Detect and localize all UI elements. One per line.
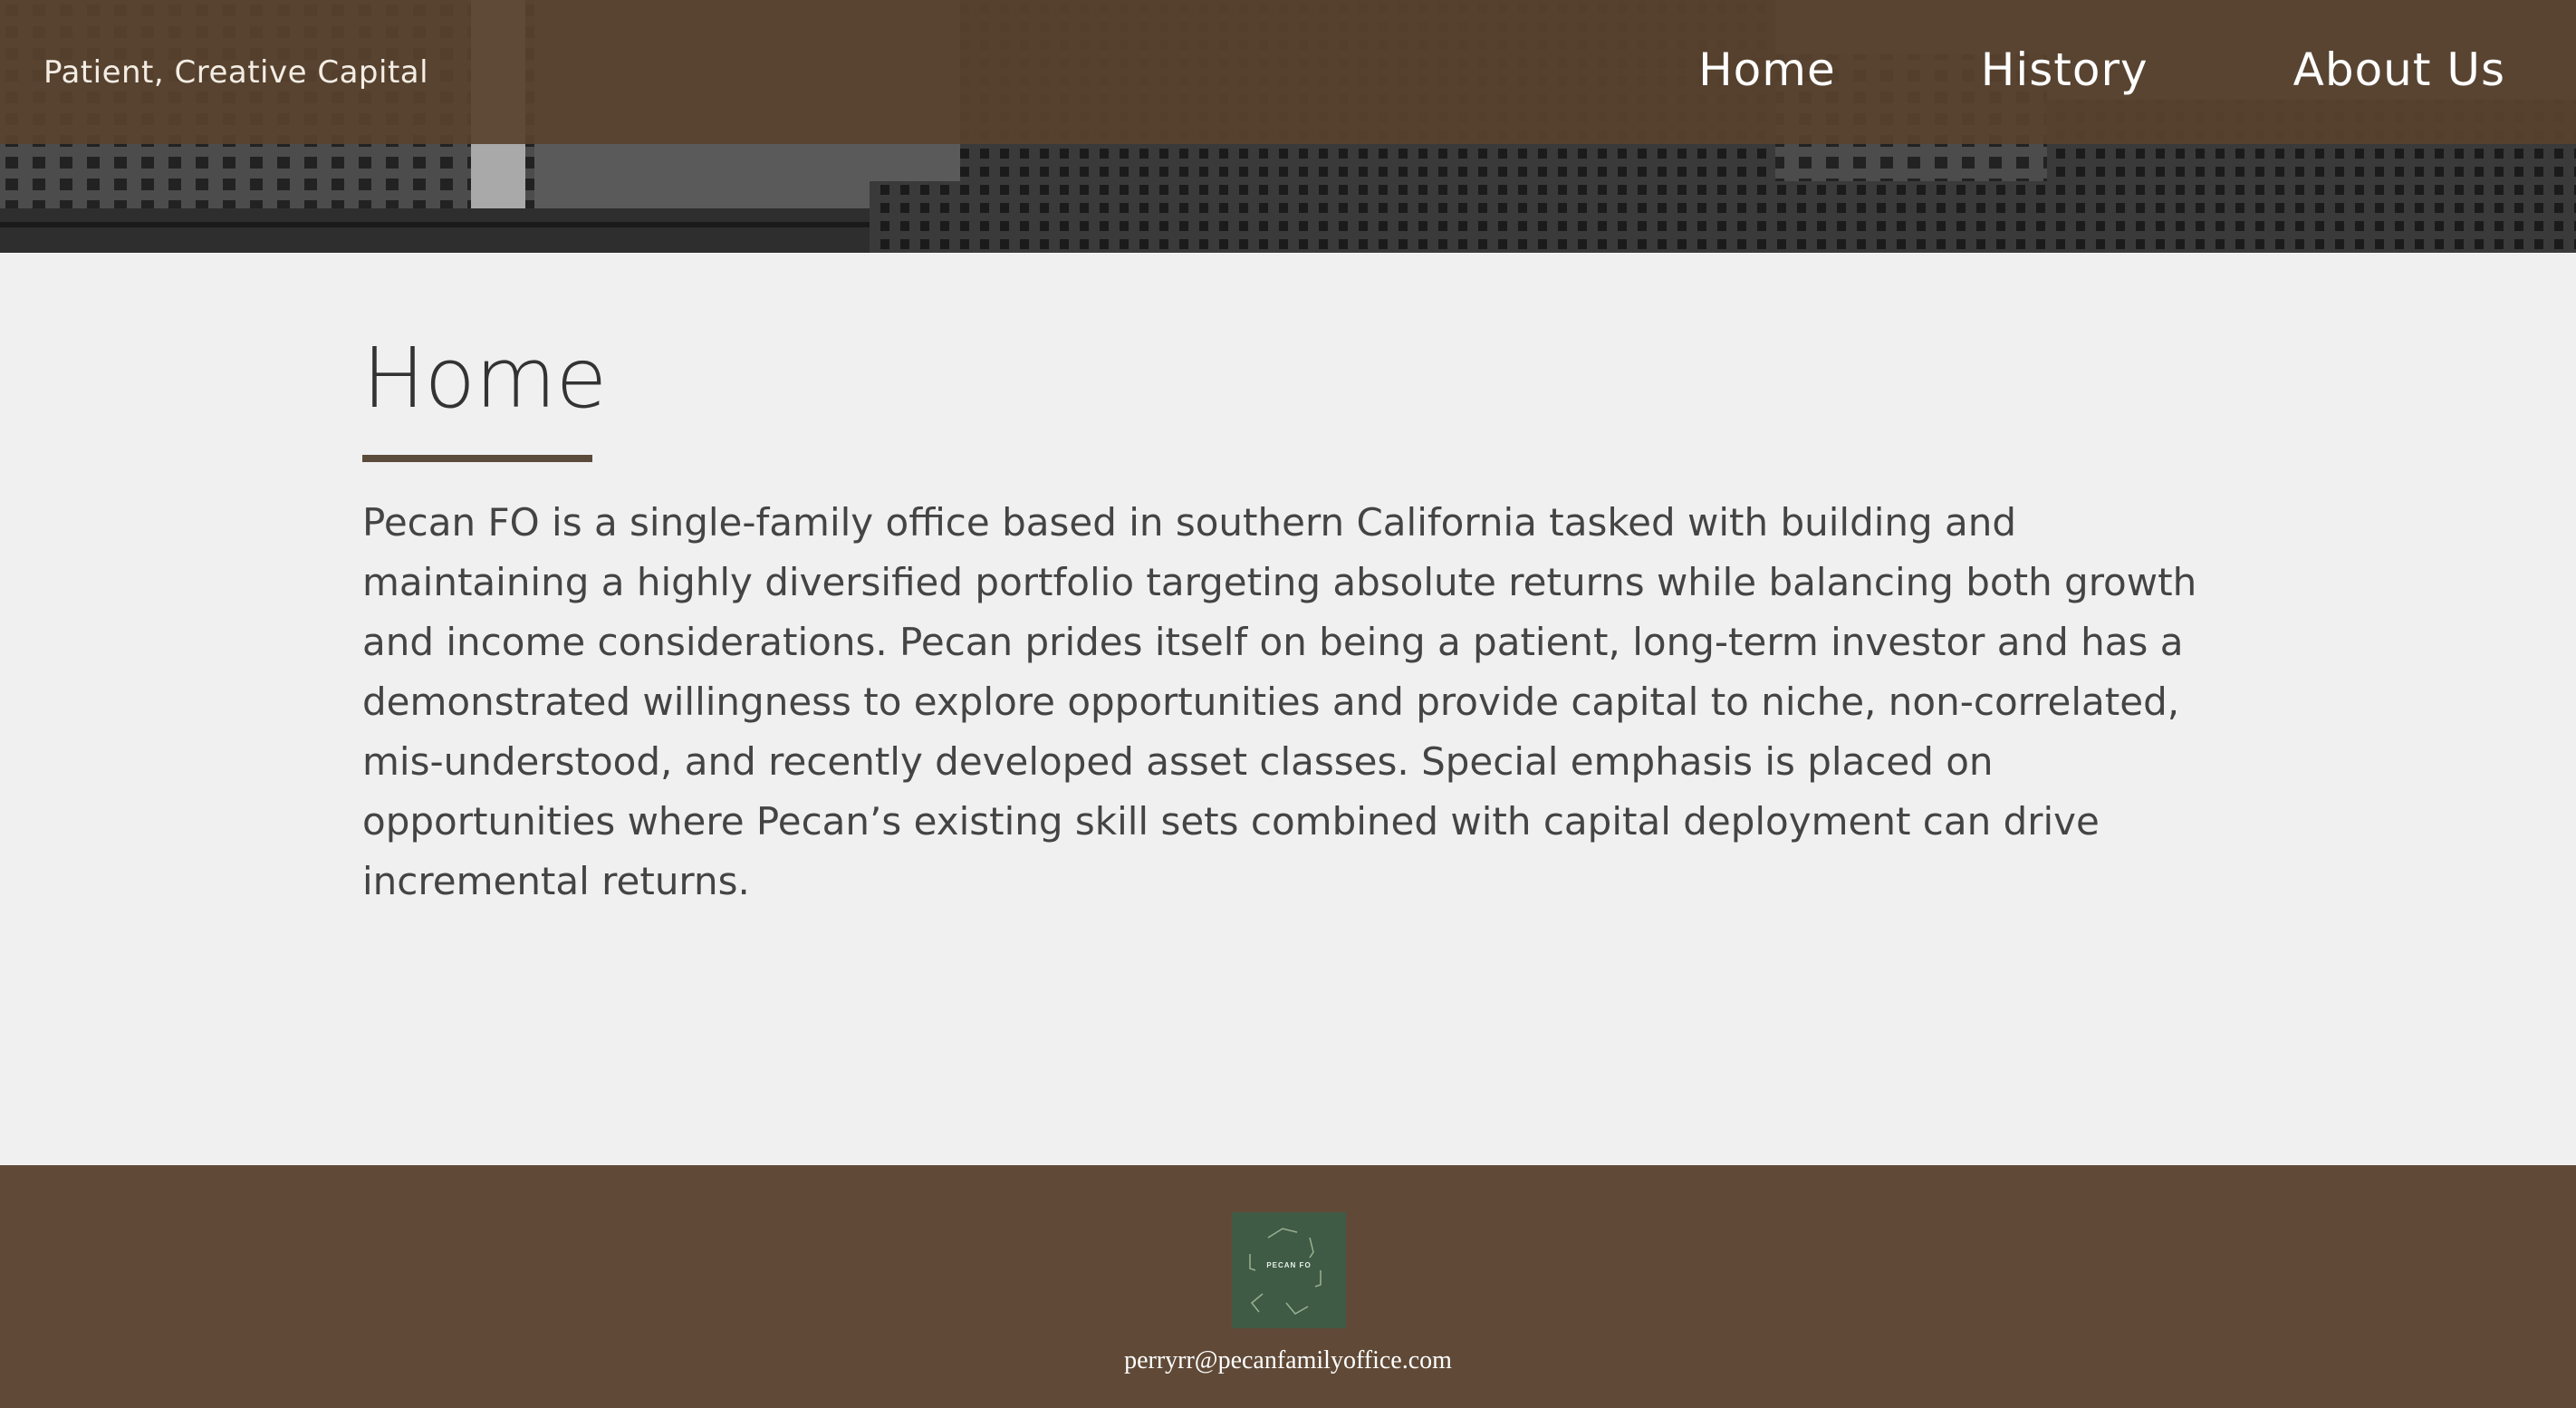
- nav-about-us-link[interactable]: About Us: [2293, 43, 2505, 96]
- logo-text: PECAN FO: [1266, 1261, 1312, 1269]
- pecan-fo-logo[interactable]: PECAN FO: [1232, 1212, 1346, 1328]
- page-title: Home: [362, 330, 607, 427]
- hero-divider: [0, 253, 2576, 254]
- logo-mark-icon: [1249, 1228, 1322, 1315]
- top-navigation-bar: Patient, Creative Capital Home History A…: [0, 0, 2576, 144]
- main-content: Home Pecan FO is a single-family office …: [362, 326, 2228, 911]
- nav-history-link[interactable]: History: [1981, 43, 2148, 96]
- contact-email[interactable]: perryrr@pecanfamilyoffice.com: [0, 1346, 2576, 1375]
- main-nav: Home History About Us: [1698, 43, 2505, 96]
- site-footer: PECAN FO perryrr@pecanfamilyoffice.com: [0, 1165, 2576, 1408]
- intro-paragraph: Pecan FO is a single-family office based…: [362, 500, 2197, 903]
- title-underline: [362, 455, 592, 462]
- site-tagline[interactable]: Patient, Creative Capital: [43, 54, 428, 91]
- nav-home-link[interactable]: Home: [1698, 43, 1836, 96]
